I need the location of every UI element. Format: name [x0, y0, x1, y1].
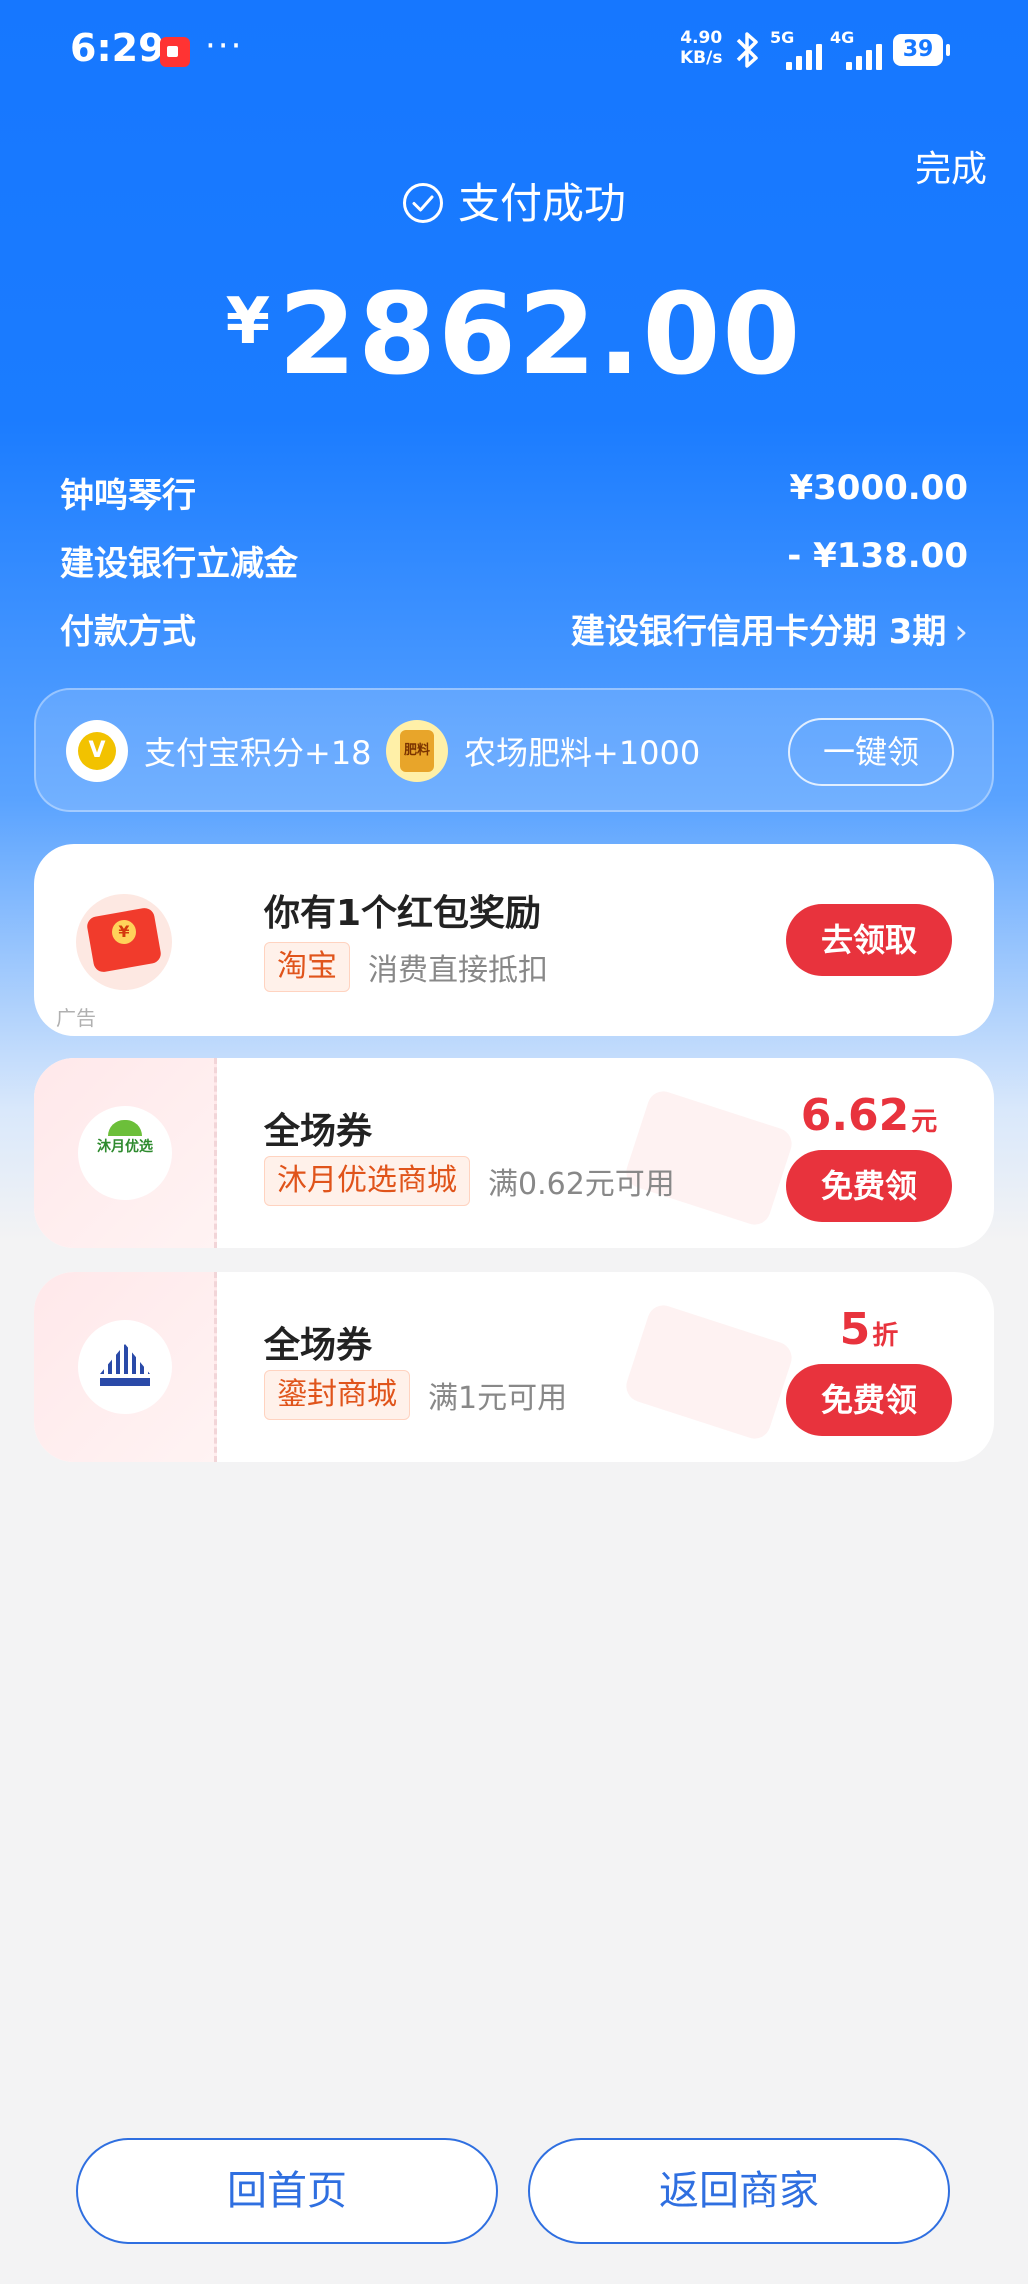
claim-red-packet-button[interactable]: 去领取 — [786, 904, 952, 976]
coupon-tag-row: 沐月优选商城 满0.62元可用 — [264, 1156, 675, 1206]
coupon-value-number: 5 — [839, 1304, 871, 1355]
payment-success-title: 支付成功 — [0, 170, 1028, 231]
shop-tag: 淘宝 — [264, 942, 350, 992]
merchant-name: 钟鸣琴行 — [60, 476, 196, 516]
coupon-value-unit: 折 — [872, 1321, 899, 1351]
coupon-stub — [34, 1272, 217, 1462]
payment-success-text: 支付成功 — [457, 179, 626, 228]
status-time: 6:29 — [70, 26, 165, 70]
red-packet-title: 你有1个红包奖励 — [264, 893, 542, 934]
reward-alipay-points: 支付宝积分+18 — [66, 720, 372, 782]
shop-tag: 沐月优选商城 — [264, 1156, 470, 1206]
ad-label: 广告 — [56, 1006, 96, 1030]
signal-4g-icon: 4G — [830, 28, 882, 74]
reward-points-label: 支付宝积分+18 — [144, 734, 372, 772]
red-packet-icon — [76, 894, 172, 990]
coupon-stub — [34, 1058, 217, 1248]
claim-coupon-button[interactable]: 免费领 — [786, 1150, 952, 1222]
network-speed-value: 4.90 — [680, 28, 723, 48]
discount-label: 建设银行立减金 — [60, 544, 298, 584]
claim-coupon-button[interactable]: 免费领 — [786, 1364, 952, 1436]
network-speed-unit: KB/s — [680, 48, 723, 68]
detail-row-payment-method[interactable]: 付款方式 建设银行信用卡分期 3期 › — [60, 604, 968, 656]
coupon-card[interactable]: 全场券 沐月优选商城 满0.62元可用 6.62元 免费领 — [34, 1058, 994, 1248]
return-to-merchant-button[interactable]: 返回商家 — [528, 2138, 950, 2244]
rewards-strip: 支付宝积分+18 农场肥料+1000 一键领 — [34, 688, 994, 812]
payment-method-text: 建设银行信用卡分期 3期 — [570, 612, 947, 652]
coupon-value-unit: 元 — [911, 1107, 938, 1137]
network-speed: 4.90 KB/s — [680, 28, 722, 68]
payment-method-value[interactable]: 建设银行信用卡分期 3期 › — [571, 604, 968, 653]
status-bar: 6:29 ··· 4.90 KB/s 5G 4G 39 — [0, 0, 1028, 100]
reward-fertilizer-label: 农场肥料+1000 — [464, 734, 701, 772]
alipay-points-icon — [66, 720, 128, 782]
red-packet-card[interactable]: 广告 你有1个红包奖励 淘宝 消费直接抵扣 去领取 — [34, 844, 994, 1036]
coupon-condition: 满1元可用 — [428, 1381, 568, 1416]
original-price: ¥3000.00 — [789, 468, 968, 508]
coupon-value: 6.62元 — [786, 1090, 952, 1141]
jianfeng-shop-logo — [78, 1320, 172, 1414]
coupon-condition: 满0.62元可用 — [488, 1167, 675, 1202]
reward-farm-fertilizer: 农场肥料+1000 — [386, 720, 700, 782]
discount-value: - ¥138.00 — [787, 536, 968, 576]
muyue-shop-logo — [78, 1106, 172, 1200]
detail-row-merchant: 钟鸣琴行 ¥3000.00 — [60, 468, 968, 520]
home-button[interactable]: 回首页 — [76, 2138, 498, 2244]
chevron-right-icon: › — [954, 612, 968, 652]
amount-value: 2862.00 — [278, 270, 803, 400]
coupon-card[interactable]: 全场券 鎏封商城 满1元可用 5折 免费领 — [34, 1272, 994, 1462]
payment-method-label: 付款方式 — [60, 612, 196, 652]
detail-row-discount: 建设银行立减金 - ¥138.00 — [60, 536, 968, 588]
coupon-title: 全场券 — [264, 1111, 373, 1152]
coupon-tag-row: 鎏封商城 满1元可用 — [264, 1370, 567, 1420]
coupon-value-number: 6.62 — [800, 1090, 910, 1141]
red-packet-description: 消费直接抵扣 — [368, 953, 548, 988]
more-notifications-icon: ··· — [205, 26, 244, 66]
paid-amount: ¥2862.00 — [0, 270, 1028, 400]
coupon-decoration — [622, 1301, 796, 1443]
farm-fertilizer-icon — [386, 720, 448, 782]
coupon-title: 全场券 — [264, 1325, 373, 1366]
coupon-value: 5折 — [786, 1304, 952, 1355]
check-circle-icon — [402, 183, 443, 223]
screen-record-icon — [160, 37, 190, 67]
shop-tag: 鎏封商城 — [264, 1370, 410, 1420]
claim-all-button[interactable]: 一键领 — [788, 718, 954, 786]
red-packet-tag-row: 淘宝 消费直接抵扣 — [264, 942, 548, 992]
signal-5g-icon: 5G — [770, 28, 822, 74]
currency-symbol: ¥ — [225, 285, 271, 359]
battery-icon: 39 — [893, 34, 950, 66]
bluetooth-icon — [736, 32, 758, 68]
